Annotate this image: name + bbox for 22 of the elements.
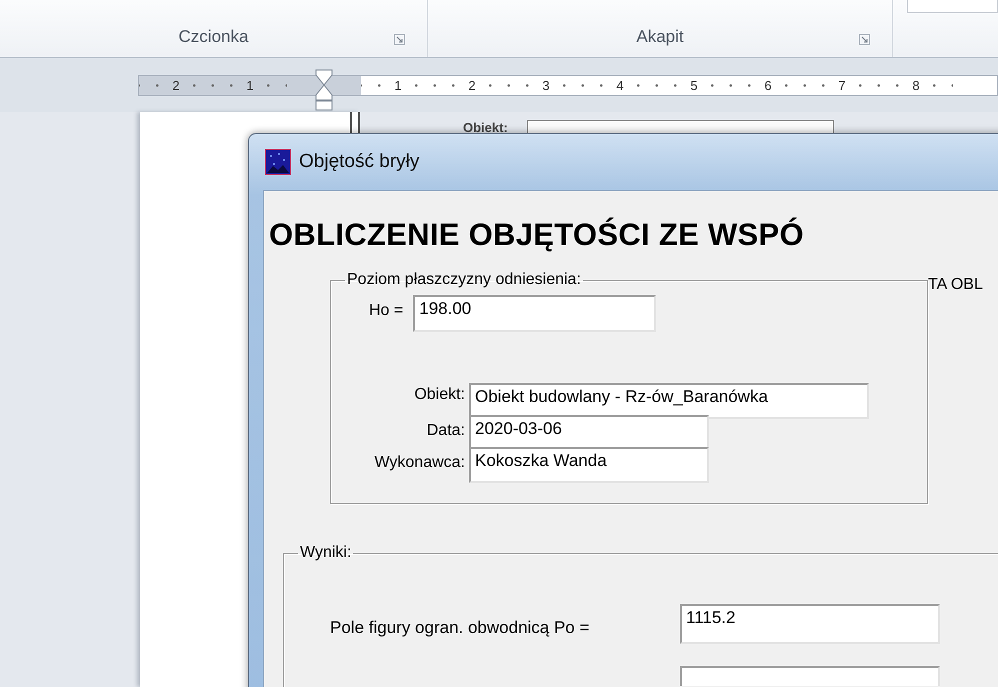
group-label: Czcionka bbox=[178, 27, 248, 47]
dialog-launcher-icon[interactable] bbox=[394, 34, 405, 45]
input-field[interactable]: 198.00 bbox=[413, 295, 656, 332]
field-label: Data: bbox=[426, 421, 466, 440]
indent-marker-icon[interactable] bbox=[314, 69, 334, 111]
field-label: Wykonawca: bbox=[373, 453, 466, 472]
app-icon bbox=[265, 149, 291, 175]
groupbox-legend: Poziom płaszczyzny odniesienia: bbox=[345, 271, 583, 289]
heading: OBLICZENIE OBJĘTOŚCI ZE WSPÓ bbox=[269, 217, 805, 253]
level-label: Ho = bbox=[369, 302, 404, 320]
window-title: Objętość bryły bbox=[299, 151, 420, 173]
input-field[interactable]: Obiekt budowlany - Rz-ów_Baranówka bbox=[469, 383, 869, 419]
document-label: Obiekt: bbox=[463, 120, 508, 135]
input-field[interactable]: Kokoszka Wanda bbox=[469, 447, 709, 483]
dialog-launcher-icon[interactable] bbox=[859, 34, 870, 45]
input-field[interactable]: 1115.2 bbox=[680, 604, 940, 644]
side-label: TA OBL bbox=[928, 276, 983, 294]
input-field[interactable] bbox=[680, 666, 940, 686]
field-label: Pole figury ogran. obwodnicą Po = bbox=[330, 617, 590, 638]
group-label: Akapit bbox=[636, 27, 684, 47]
field-label: Obiekt: bbox=[413, 385, 466, 404]
groupbox-legend: Wyniki: bbox=[298, 544, 354, 562]
